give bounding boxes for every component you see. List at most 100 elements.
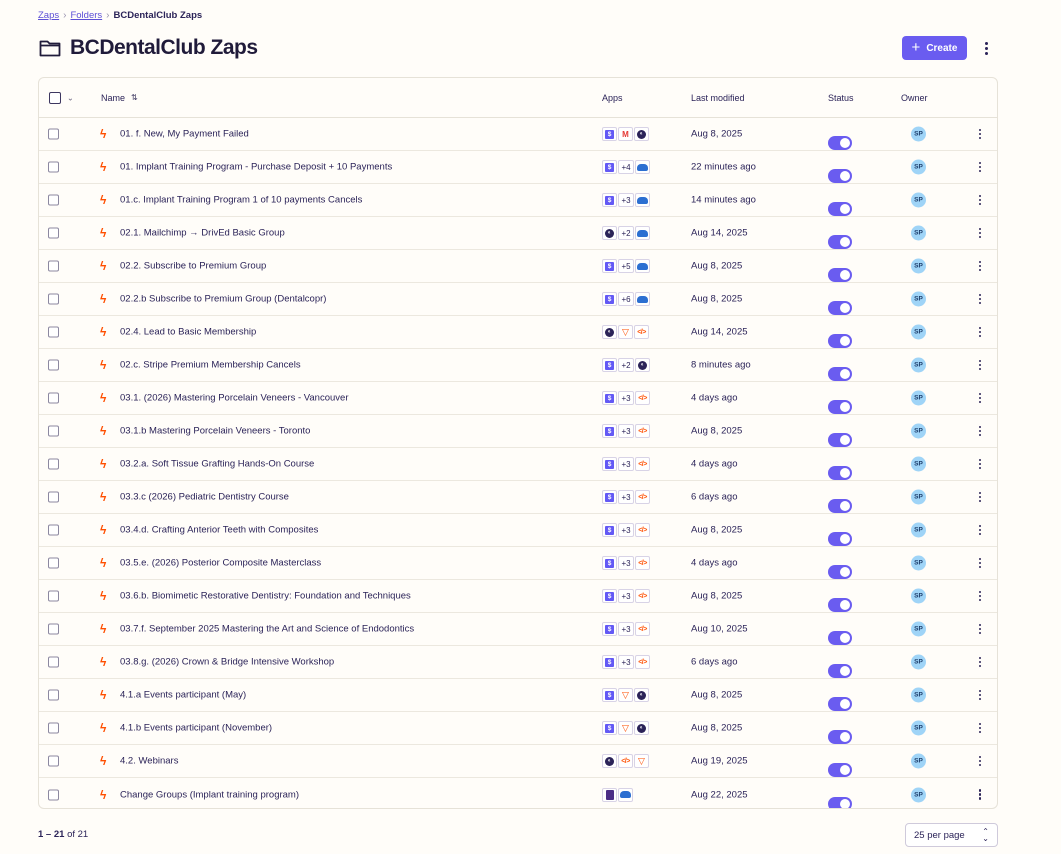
zap-name-link[interactable]: 03.6.b. Biomimetic Restorative Dentistry…	[120, 591, 411, 602]
row-more-menu-button[interactable]	[975, 127, 985, 141]
status-toggle[interactable]	[828, 664, 852, 678]
status-toggle[interactable]	[828, 433, 852, 447]
table-row[interactable]: ϟ 02.c. Stripe Premium Membership Cancel…	[39, 349, 997, 382]
column-header-last-modified[interactable]: Last modified	[691, 93, 745, 103]
row-more-menu-button[interactable]	[975, 721, 985, 735]
zap-name-link[interactable]: 01. f. New, My Payment Failed	[120, 129, 249, 140]
status-toggle[interactable]	[828, 532, 852, 546]
per-page-select[interactable]: 25 per page ⌃ ⌄	[905, 823, 998, 847]
zap-name-link[interactable]: 03.1.b Mastering Porcelain Veneers - Tor…	[120, 426, 310, 437]
status-toggle[interactable]	[828, 268, 852, 282]
status-toggle[interactable]	[828, 235, 852, 249]
folder-more-menu-button[interactable]	[978, 38, 994, 58]
status-toggle[interactable]	[828, 400, 852, 414]
row-checkbox[interactable]	[48, 656, 59, 668]
row-more-menu-button[interactable]	[975, 556, 985, 570]
zap-name-link[interactable]: 03.8.g. (2026) Crown & Bridge Intensive …	[120, 657, 334, 668]
table-row[interactable]: ϟ Change Groups (Implant training progra…	[39, 778, 997, 808]
zap-name-link[interactable]: 03.4.d. Crafting Anterior Teeth with Com…	[120, 525, 318, 536]
table-row[interactable]: ϟ 03.8.g. (2026) Crown & Bridge Intensiv…	[39, 646, 997, 679]
row-checkbox[interactable]	[48, 590, 59, 602]
row-checkbox[interactable]	[48, 293, 59, 305]
create-button[interactable]: + Create	[902, 36, 967, 60]
row-checkbox[interactable]	[48, 260, 59, 272]
table-row[interactable]: ϟ 02.4. Lead to Basic Membership ◐ ▽ </> A…	[39, 316, 997, 349]
row-more-menu-button[interactable]	[975, 655, 985, 669]
status-toggle[interactable]	[828, 763, 852, 777]
table-row[interactable]: ϟ 02.2.b Subscribe to Premium Group (Den…	[39, 283, 997, 316]
column-header-name[interactable]: Name ⇅	[101, 93, 138, 103]
row-more-menu-button[interactable]	[975, 622, 985, 636]
table-row[interactable]: ϟ 4.1.a Events participant (May) $ ▽ ◐ Aug…	[39, 679, 997, 712]
zap-name-link[interactable]: 03.1. (2026) Mastering Porcelain Veneers…	[120, 393, 348, 404]
row-checkbox[interactable]	[48, 425, 59, 437]
row-checkbox[interactable]	[48, 623, 59, 635]
row-more-menu-button[interactable]	[975, 358, 985, 372]
sort-icon[interactable]: ⇅	[131, 93, 138, 102]
breadcrumb-link-folders[interactable]: Folders	[70, 10, 102, 21]
status-toggle[interactable]	[828, 334, 852, 348]
row-more-menu-button[interactable]	[975, 226, 985, 240]
row-more-menu-button[interactable]	[975, 193, 985, 207]
table-row[interactable]: ϟ 03.4.d. Crafting Anterior Teeth with C…	[39, 514, 997, 547]
select-all-checkbox[interactable]	[49, 91, 61, 104]
status-toggle[interactable]	[828, 466, 852, 480]
row-checkbox[interactable]	[48, 689, 59, 701]
zap-name-link[interactable]: 02.4. Lead to Basic Membership	[120, 327, 256, 338]
table-row[interactable]: ϟ 03.2.a. Soft Tissue Grafting Hands-On …	[39, 448, 997, 481]
table-row[interactable]: ϟ 03.6.b. Biomimetic Restorative Dentist…	[39, 580, 997, 613]
row-checkbox[interactable]	[48, 359, 59, 371]
table-row[interactable]: ϟ 01. f. New, My Payment Failed $ M ◐ Aug …	[39, 118, 997, 151]
row-checkbox[interactable]	[48, 557, 59, 569]
zap-name-link[interactable]: 4.2. Webinars	[120, 756, 178, 767]
zap-name-link[interactable]: 03.2.a. Soft Tissue Grafting Hands-On Co…	[120, 459, 314, 470]
zap-name-link[interactable]: 02.2.b Subscribe to Premium Group (Denta…	[120, 294, 326, 305]
row-more-menu-button[interactable]	[975, 490, 985, 504]
row-checkbox[interactable]	[48, 722, 59, 734]
table-row[interactable]: ϟ 03.5.e. (2026) Posterior Composite Mas…	[39, 547, 997, 580]
zap-name-link[interactable]: 02.2. Subscribe to Premium Group	[120, 261, 266, 272]
breadcrumb-link-zaps[interactable]: Zaps	[38, 10, 59, 21]
zap-name-link[interactable]: 01. Implant Training Program - Purchase …	[120, 162, 392, 173]
row-more-menu-button[interactable]	[975, 589, 985, 603]
row-more-menu-button[interactable]	[975, 688, 985, 702]
table-row[interactable]: ϟ 4.2. Webinars ◐ </> ▽ Aug 19, 2025 SP	[39, 745, 997, 778]
row-more-menu-button[interactable]	[975, 754, 985, 768]
table-row[interactable]: ϟ 02.1. Mailchimp → DrivEd Basic Group ◐…	[39, 217, 997, 250]
row-checkbox[interactable]	[48, 789, 59, 800]
table-row[interactable]: ϟ 02.2. Subscribe to Premium Group $ +5 A…	[39, 250, 997, 283]
zap-name-link[interactable]: 4.1.b Events participant (November)	[120, 723, 272, 734]
status-toggle[interactable]	[828, 136, 852, 150]
table-row[interactable]: ϟ 03.7.f. September 2025 Mastering the A…	[39, 613, 997, 646]
row-more-menu-button[interactable]	[975, 424, 985, 438]
row-checkbox[interactable]	[48, 227, 59, 239]
row-more-menu-button[interactable]	[975, 788, 985, 802]
zap-name-link[interactable]: 02.1. Mailchimp → DrivEd Basic Group	[120, 228, 285, 239]
status-toggle[interactable]	[828, 202, 852, 216]
table-row[interactable]: ϟ 03.3.c (2026) Pediatric Dentistry Cour…	[39, 481, 997, 514]
zap-name-link[interactable]: 01.c. Implant Training Program 1 of 10 p…	[120, 195, 362, 206]
row-more-menu-button[interactable]	[975, 391, 985, 405]
table-row[interactable]: ϟ 01. Implant Training Program - Purchas…	[39, 151, 997, 184]
row-more-menu-button[interactable]	[975, 325, 985, 339]
row-checkbox[interactable]	[48, 128, 59, 140]
table-row[interactable]: ϟ 03.1. (2026) Mastering Porcelain Venee…	[39, 382, 997, 415]
status-toggle[interactable]	[828, 697, 852, 711]
zap-name-link[interactable]: 03.5.e. (2026) Posterior Composite Maste…	[120, 558, 321, 569]
status-toggle[interactable]	[828, 301, 852, 315]
row-more-menu-button[interactable]	[975, 457, 985, 471]
table-row[interactable]: ϟ 03.1.b Mastering Porcelain Veneers - T…	[39, 415, 997, 448]
chevron-down-icon[interactable]: ⌄	[67, 93, 74, 102]
row-checkbox[interactable]	[48, 194, 59, 206]
row-checkbox[interactable]	[48, 326, 59, 338]
row-checkbox[interactable]	[48, 491, 59, 503]
table-row[interactable]: ϟ 4.1.b Events participant (November) $ ▽…	[39, 712, 997, 745]
row-checkbox[interactable]	[48, 458, 59, 470]
status-toggle[interactable]	[828, 499, 852, 513]
zap-name-link[interactable]: Change Groups (Implant training program)	[120, 789, 299, 800]
row-checkbox[interactable]	[48, 755, 59, 767]
row-more-menu-button[interactable]	[975, 292, 985, 306]
status-toggle[interactable]	[828, 565, 852, 579]
zap-name-link[interactable]: 02.c. Stripe Premium Membership Cancels	[120, 360, 301, 371]
zap-name-link[interactable]: 4.1.a Events participant (May)	[120, 690, 246, 701]
